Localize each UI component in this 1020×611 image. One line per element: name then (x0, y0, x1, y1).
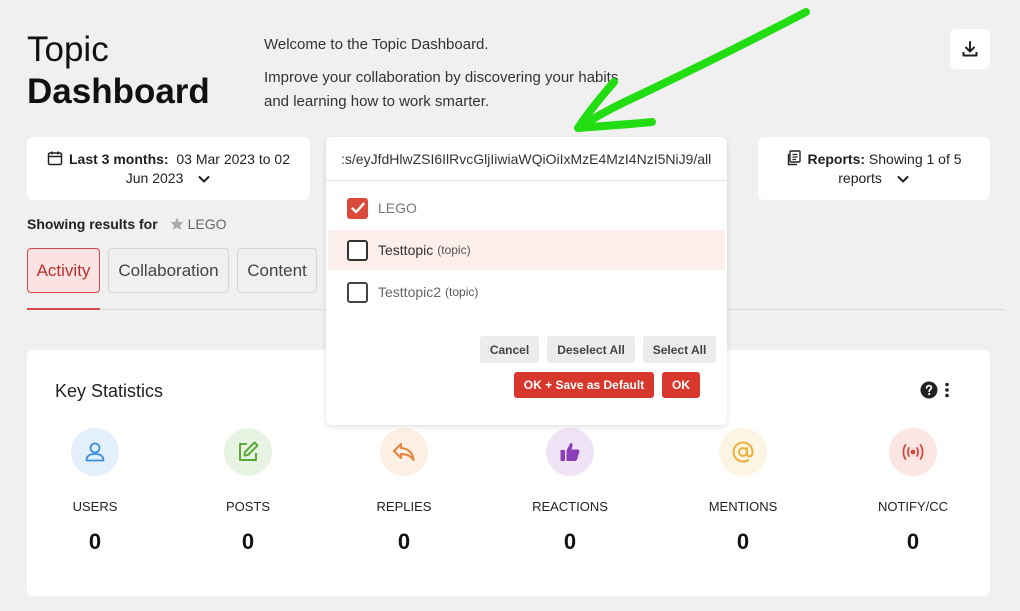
stat-posts: POSTS 0 (188, 428, 308, 555)
stat-value: 0 (88, 529, 102, 554)
topic-option-testtopic2[interactable]: Testtopic2 (topic) (328, 272, 725, 312)
stat-notify-cc-badge (889, 428, 937, 476)
at-icon (732, 441, 754, 463)
user-icon (85, 442, 105, 462)
download-icon (962, 41, 978, 57)
topic-option-type: (topic) (437, 243, 471, 257)
page-title-line1: Topic (27, 30, 109, 69)
stat-label: REACTIONS (532, 499, 608, 514)
stat-mentions: MENTIONS 0 (683, 428, 803, 555)
stat-label: POSTS (225, 499, 271, 514)
calendar-icon (47, 151, 63, 165)
welcome-line-2: Improve your collaboration by discoverin… (264, 69, 619, 110)
checkbox-unchecked[interactable] (347, 281, 368, 303)
ok-button[interactable]: OK (662, 372, 700, 398)
topic-option-label: Testtopic2 (378, 284, 442, 300)
stat-reactions-badge (546, 428, 594, 476)
download-button[interactable] (950, 29, 990, 69)
stat-value: 0 (241, 529, 255, 554)
stat-replies: REPLIES 0 (344, 428, 464, 555)
topic-dropdown: LEGO Testtopic (topic) Testtopic2 (topic… (326, 137, 727, 425)
select-all-button[interactable]: Select All (643, 336, 716, 363)
checkmark-icon (350, 202, 365, 214)
reports-filter[interactable]: Reports: Showing 1 of 5 reports (758, 137, 990, 200)
key-statistics-title: Key Statistics (55, 381, 164, 401)
stat-value: 0 (736, 529, 750, 554)
welcome-line-1: Welcome to the Topic Dashboard. (264, 36, 489, 53)
showing-results-label: Showing results for (27, 216, 158, 232)
topic-option-testtopic[interactable]: Testtopic (topic) (328, 230, 725, 270)
page-title-line2: Dashboard (27, 72, 210, 111)
more-options-icon[interactable] (944, 381, 950, 399)
tab-content[interactable]: Content (237, 248, 317, 293)
stat-label: MENTIONS (708, 499, 778, 514)
stat-users: USERS 0 (35, 428, 155, 555)
chevron-down-icon (897, 175, 909, 182)
stat-value: 0 (397, 529, 411, 554)
ok-save-default-button[interactable]: OK + Save as Default (514, 372, 654, 398)
reports-label: Reports: (807, 150, 866, 167)
date-range-label: Last 3 months: (69, 150, 169, 167)
star-icon (170, 217, 183, 230)
stat-users-badge (71, 428, 119, 476)
welcome-text: Welcome to the Topic Dashboard. Improve … (264, 33, 644, 114)
topic-option-label: Testtopic (378, 242, 434, 258)
stat-replies-badge (380, 428, 428, 476)
stat-label: NOTIFY/CC (877, 499, 949, 514)
showing-results: Showing results for LEGO (27, 216, 226, 232)
topic-option-type: (topic) (445, 285, 479, 299)
stat-mentions-badge (719, 428, 767, 476)
stat-value: 0 (563, 529, 577, 554)
help-icon[interactable] (920, 381, 938, 399)
date-range-filter[interactable]: Last 3 months: 03 Mar 2023 to 02 Jun 202… (27, 137, 310, 200)
chevron-down-icon (198, 175, 210, 182)
reply-icon (393, 443, 415, 461)
topic-option-label: LEGO (378, 200, 417, 216)
copy-icon (788, 149, 802, 165)
broadcast-icon (902, 444, 924, 460)
checkbox-checked[interactable] (347, 197, 368, 219)
active-tab-indicator (27, 308, 100, 310)
topic-search-input[interactable] (326, 137, 727, 181)
stat-posts-badge (224, 428, 272, 476)
stat-notify-cc: NOTIFY/CC 0 (853, 428, 973, 555)
page-title: Topic Dashboard (27, 30, 210, 114)
cancel-button[interactable]: Cancel (480, 336, 539, 363)
checkbox-unchecked[interactable] (347, 239, 368, 261)
edit-icon (239, 441, 259, 461)
showing-results-topic: LEGO (187, 216, 227, 232)
topic-option-lego[interactable]: LEGO (328, 188, 725, 228)
deselect-all-button[interactable]: Deselect All (547, 336, 635, 363)
tab-collaboration[interactable]: Collaboration (108, 248, 229, 293)
stat-label: USERS (72, 499, 118, 514)
stat-reactions: REACTIONS 0 (510, 428, 630, 555)
tab-activity[interactable]: Activity (27, 248, 100, 293)
thumbs-up-icon (560, 443, 580, 461)
key-statistics-actions (920, 381, 950, 399)
stat-value: 0 (906, 529, 920, 554)
stat-label: REPLIES (376, 499, 432, 514)
